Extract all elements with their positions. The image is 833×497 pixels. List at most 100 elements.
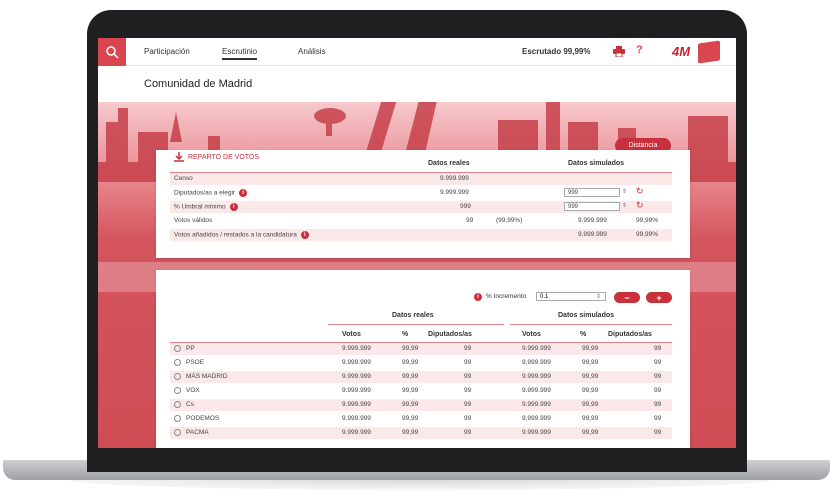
help-icon[interactable]: ? bbox=[636, 44, 643, 56]
party-label: PACMA bbox=[186, 429, 209, 437]
party-name: VOX bbox=[174, 387, 200, 394]
validos-label: Votos válidos bbox=[174, 217, 213, 224]
table-row: MÁS MADRID 9.999.999 99,99 99 9.999.999 99,99… bbox=[170, 371, 672, 383]
row-label: % Umbral mínimo i bbox=[174, 203, 238, 211]
app-screen: Participación Escrutinio Análisis Escrut… bbox=[98, 38, 736, 448]
sim-pct: 99,99 bbox=[582, 387, 599, 394]
increment-button[interactable]: + bbox=[646, 292, 672, 303]
info-icon[interactable]: i bbox=[474, 293, 482, 301]
sim-votos: 9.999.999 bbox=[522, 429, 551, 436]
diputados: 99 bbox=[464, 345, 472, 352]
page-title: Comunidad de Madrid bbox=[144, 78, 253, 90]
row-votos-anadidos: Votos añadidos / restados a la candidatu… bbox=[170, 229, 672, 241]
sim-diputados: 99 bbox=[654, 401, 662, 408]
th-votos: Votos bbox=[342, 331, 361, 338]
row-label: Censo bbox=[174, 175, 193, 182]
row-diputados: Diputados/as a elegir i 9.999.999 999 ⇕ ↻ bbox=[170, 186, 672, 199]
umbral-input[interactable]: 999 bbox=[564, 202, 620, 211]
reparto-title: REPARTO DE VOTOS bbox=[188, 154, 260, 161]
diputados: 99 bbox=[464, 429, 472, 436]
title-strip: Comunidad de Madrid bbox=[98, 66, 736, 102]
party-name: Cs bbox=[174, 401, 194, 408]
pct: 99,99 bbox=[402, 401, 419, 408]
sim-votos: 9.999.999 bbox=[522, 401, 551, 408]
votos: 9.999.999 bbox=[342, 359, 371, 366]
sim-pct: 99,99 bbox=[582, 429, 599, 436]
th-diputados: Diputados/as bbox=[428, 331, 472, 338]
party-label: Cs bbox=[186, 401, 194, 409]
table-row: VOX 9.999.999 99,99 99 9.999.999 99,99 99 bbox=[170, 385, 672, 397]
sim-pct: 99,99 bbox=[582, 373, 599, 380]
stepper-icon[interactable]: ⇕ bbox=[622, 202, 627, 209]
print-icon[interactable] bbox=[613, 46, 625, 57]
info-icon[interactable]: i bbox=[229, 203, 238, 211]
brand-logo-text: 4M bbox=[672, 44, 691, 59]
info-icon[interactable]: i bbox=[300, 231, 309, 239]
party-radio[interactable] bbox=[174, 359, 181, 366]
search-icon bbox=[106, 46, 119, 59]
table-row: PSOE 9.999.999 99,99 99 9.999.999 99,99 99 bbox=[170, 357, 672, 369]
reparto-votos-card: REPARTO DE VOTOS Datos reales Datos simu… bbox=[156, 150, 690, 258]
party-label: MÁS MADRID bbox=[186, 373, 228, 381]
stepper-icon[interactable]: ⇕ bbox=[596, 293, 601, 300]
votos: 9.999.999 bbox=[342, 429, 371, 436]
stepper-icon[interactable]: ⇕ bbox=[622, 188, 627, 195]
sim-pct: 99,99 bbox=[582, 345, 599, 352]
party-radio[interactable] bbox=[174, 401, 181, 408]
sim-votos: 9.999.999 bbox=[522, 359, 551, 366]
nav-escrutinio[interactable]: Escrutinio bbox=[222, 47, 258, 60]
row-label: Votos añadidos / restados a la candidatu… bbox=[174, 231, 309, 239]
reset-icon[interactable]: ↻ bbox=[636, 200, 644, 211]
party-radio[interactable] bbox=[174, 415, 181, 422]
table-row: PP 9.999.999 99,99 99 9.999.999 99,99 99 bbox=[170, 343, 672, 355]
censo-real: 9.999.999 bbox=[440, 175, 469, 182]
party-radio[interactable] bbox=[174, 429, 181, 436]
party-radio[interactable] bbox=[174, 373, 181, 380]
col-datos-reales: Datos reales bbox=[428, 160, 470, 167]
party-name: PP bbox=[174, 345, 195, 352]
th-sim-pct: % bbox=[580, 331, 587, 338]
anadidos-sim: 9.999.999 bbox=[578, 231, 607, 238]
votos: 9.999.999 bbox=[342, 401, 371, 408]
nav-participacion[interactable]: Participación bbox=[144, 47, 190, 56]
party-name: PSOE bbox=[174, 359, 204, 366]
reset-icon[interactable]: ↻ bbox=[636, 186, 644, 197]
votos: 9.999.999 bbox=[342, 387, 371, 394]
umbral-real: 999 bbox=[460, 203, 471, 210]
info-icon[interactable]: i bbox=[239, 189, 248, 197]
anadidos-label: Votos añadidos / restados a la candidatu… bbox=[174, 231, 297, 239]
sim-pct: 99,99 bbox=[582, 415, 599, 422]
sim-diputados: 99 bbox=[654, 373, 662, 380]
diputados: 99 bbox=[464, 401, 472, 408]
escrutado-status: Escrutado 99,99% bbox=[522, 47, 591, 56]
th-sim-diputados: Diputados/as bbox=[608, 331, 652, 338]
pct: 99,99 bbox=[402, 429, 419, 436]
pct: 99,99 bbox=[402, 359, 419, 366]
sim-votos: 9.999.999 bbox=[522, 415, 551, 422]
th-pct: % bbox=[402, 331, 409, 338]
ballot-box-logo-icon bbox=[698, 40, 720, 64]
party-radio[interactable] bbox=[174, 387, 181, 394]
validos-sim-pct: 99,99% bbox=[636, 217, 659, 224]
table-row: Cs 9.999.999 99,99 99 9.999.999 99,99 99 bbox=[170, 399, 672, 411]
umbral-label: % Umbral mínimo bbox=[174, 203, 226, 211]
sim-pct: 99,99 bbox=[582, 359, 599, 366]
diputados-input[interactable]: 999 bbox=[564, 188, 620, 197]
pct: 99,99 bbox=[402, 415, 419, 422]
validos-pct: (99,99%) bbox=[496, 217, 523, 224]
pct: 99,99 bbox=[402, 345, 419, 352]
search-button[interactable] bbox=[98, 38, 126, 66]
votos: 9.999.999 bbox=[342, 415, 371, 422]
sim-votos: 9.999.999 bbox=[522, 373, 551, 380]
row-umbral: % Umbral mínimo i 999 999 ⇕ ↻ bbox=[170, 200, 672, 213]
download-icon[interactable] bbox=[174, 152, 184, 162]
sim-diputados: 99 bbox=[654, 415, 662, 422]
party-radio[interactable] bbox=[174, 345, 181, 352]
group-datos-simulados: Datos simulados bbox=[558, 312, 615, 319]
nav-analisis[interactable]: Análisis bbox=[298, 47, 326, 56]
party-label: PP bbox=[186, 345, 195, 353]
decrement-button[interactable]: − bbox=[614, 292, 640, 303]
table-row: PACMA 9.999.999 99,99 99 9.999.999 99,99 99 bbox=[170, 427, 672, 439]
group-divider-real bbox=[328, 324, 504, 325]
validos-real: 99 bbox=[466, 217, 474, 224]
